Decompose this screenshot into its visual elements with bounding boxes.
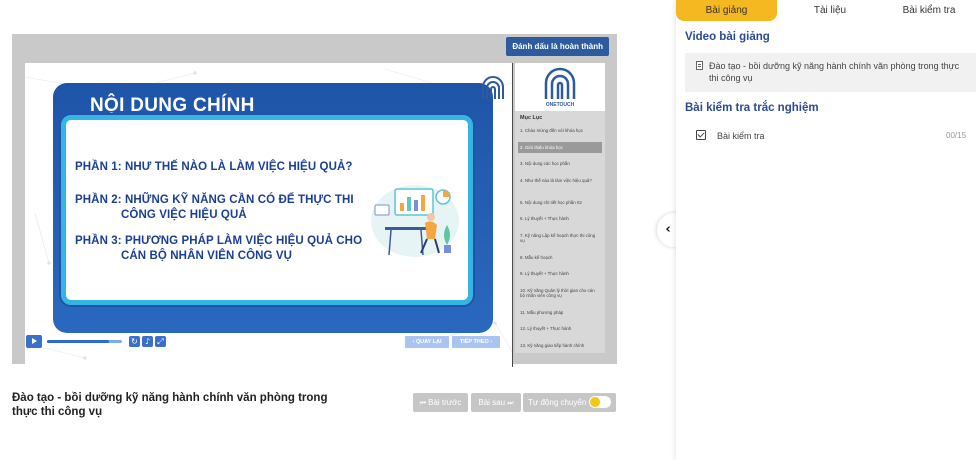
tab-tests[interactable]: Bài kiểm tra <box>882 0 976 21</box>
previous-lesson-label: Bài trước <box>428 398 462 407</box>
skip-forward-icon: ⏭ <box>505 399 514 407</box>
next-lesson-label: Bài sau <box>478 398 506 407</box>
tab-documents[interactable]: Tài liệu <box>780 0 880 21</box>
mark-complete-button[interactable]: Đánh dấu là hoàn thành <box>506 37 609 56</box>
slide-line-3: CÔNG VIỆC HIỆU QUẢ <box>121 209 247 221</box>
lesson-page: Đánh dấu là hoàn thành NỘI DUNG CHÍNH PH… <box>0 0 976 460</box>
toc-item[interactable]: 13. Kỹ năng giao tiếp hành chính <box>518 340 602 352</box>
slide-side-panel: ONETOUCH Mục Lục 1. Chào mừng đến với kh… <box>515 63 605 353</box>
toc-item[interactable]: 9. Lý thuyết + Thực hành <box>518 268 602 280</box>
video-lesson-label: Đào tạo - bồi dưỡng kỹ năng hành chính v… <box>709 61 960 83</box>
progress-bar[interactable] <box>47 340 122 343</box>
toc-item[interactable]: 8. Mẫu kế hoạch <box>518 252 602 264</box>
document-icon <box>696 61 703 70</box>
next-lesson-button[interactable]: Bài sau ⏭ <box>471 393 521 412</box>
toc-item[interactable]: 6. Lý thuyết + Thực hành <box>518 213 602 225</box>
toc-item[interactable]: 5. Nội dung chi tiết học phần 02 <box>518 197 602 209</box>
next-slide-button[interactable]: TIẾP THEO › <box>452 336 500 348</box>
table-of-contents: Mục Lục 1. Chào mừng đến với khóa học 2. … <box>515 111 605 353</box>
onetouch-logo-icon <box>544 67 576 99</box>
toc-item[interactable]: 4. Như thế nào là làm việc hiệu quả? <box>518 175 602 192</box>
slide-line-4: PHẦN 3: PHƯƠNG PHÁP LÀM VIỆC HIỆU QUẢ CH… <box>75 235 363 247</box>
slide-title: NỘI DUNG CHÍNH <box>90 95 255 116</box>
video-player: Đánh dấu là hoàn thành NỘI DUNG CHÍNH PH… <box>12 34 617 367</box>
volume-icon[interactable]: ♪ <box>142 336 153 347</box>
previous-lesson-button[interactable]: ⏮ Bài trước <box>413 393 468 412</box>
slide-frame: NỘI DUNG CHÍNH PHẦN 1: NHƯ THẾ NÀO LÀ LÀ… <box>25 63 513 367</box>
skip-back-icon: ⏮ <box>419 399 429 407</box>
progress-fill <box>47 340 109 343</box>
video-lesson-item[interactable]: Đào tạo - bồi dưỡng kỹ năng hành chính v… <box>685 53 976 92</box>
lesson-title: Đào tạo - bồi dưỡng kỹ năng hành chính v… <box>12 392 328 418</box>
toc-item[interactable]: 7. Kỹ năng Lập kế hoạch thực thi công vụ <box>518 230 602 247</box>
slide-line-2: PHẦN 2: NHỮNG KỸ NĂNG CẦN CÓ ĐỂ THỰC THI <box>75 194 354 206</box>
quiz-section-heading: Bài kiểm tra trắc nghiệm <box>685 102 819 114</box>
slide-divider <box>512 63 513 367</box>
play-button[interactable] <box>26 335 42 348</box>
toggle-knob <box>590 397 600 407</box>
slide-line-1: PHẦN 1: NHƯ THẾ NÀO LÀ LÀM VIỆC HIỆU QUẢ… <box>75 161 353 173</box>
auto-next-toggle[interactable] <box>589 396 611 408</box>
toc-title: Mục Lục <box>520 115 543 121</box>
video-section-heading: Video bài giảng <box>685 31 770 43</box>
toc-item[interactable]: 11. Mẫu phương pháp <box>518 307 602 319</box>
quiz-score: 00/15 <box>946 131 967 140</box>
toc-item[interactable]: 1. Chào mừng đến với khóa học <box>518 125 602 137</box>
auto-next-label: Tự động chuyển <box>528 398 587 407</box>
fullscreen-icon[interactable]: ⤢ <box>155 336 166 347</box>
slide-line-5: CÁN BỘ NHÂN VIÊN CÔNG VỤ <box>121 250 293 262</box>
checkbox-icon <box>696 130 706 140</box>
toc-item[interactable]: 2. Giới thiệu khóa học <box>518 141 602 153</box>
side-logo-area: ONETOUCH <box>515 63 605 111</box>
quiz-item-label[interactable]: Bài kiểm tra <box>717 131 765 141</box>
back-button[interactable]: ‹ QUAY LẠI <box>405 336 449 348</box>
toc-item[interactable]: 12. Lý thuyết + Thực hành <box>518 323 602 335</box>
replay-icon[interactable]: ↻ <box>129 336 140 347</box>
office-work-illustration <box>371 185 459 257</box>
tab-lecture[interactable]: Bài giảng <box>676 0 777 21</box>
logo-text: ONETOUCH <box>545 102 575 108</box>
onetouch-logo-icon <box>482 76 504 99</box>
toc-item[interactable]: 10. Kỹ năng Quản lý thời gian cho cán bộ… <box>518 285 602 302</box>
toc-item[interactable]: 3. Nội dung các học phần <box>518 158 602 170</box>
course-side-panel: Bài giảng Tài liệu Bài kiểm tra Video bà… <box>676 0 976 460</box>
